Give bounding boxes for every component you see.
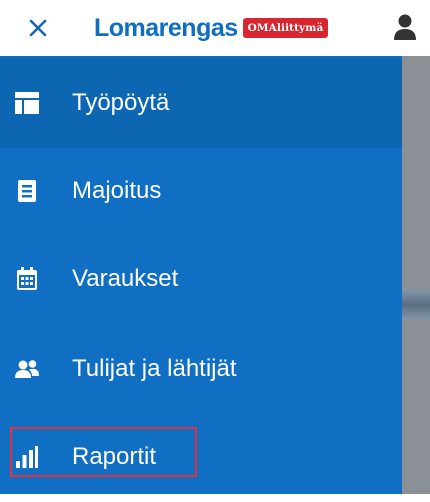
nav-item-dashboard[interactable]: Työpöytä bbox=[0, 58, 402, 148]
nav-item-accommodation[interactable]: Majoitus bbox=[0, 146, 402, 236]
users-icon bbox=[14, 356, 40, 382]
document-icon bbox=[14, 178, 40, 204]
backdrop-image-strip bbox=[402, 290, 430, 320]
logo-badge: OMAliittymä bbox=[242, 18, 329, 38]
calendar-icon bbox=[14, 266, 40, 292]
top-bar: Lomarengas OMAliittymä bbox=[0, 0, 430, 56]
user-icon[interactable] bbox=[392, 12, 418, 42]
highlight-box bbox=[10, 427, 197, 477]
logo[interactable]: Lomarengas OMAliittymä bbox=[94, 8, 329, 48]
nav-item-bookings[interactable]: Varaukset bbox=[0, 234, 402, 324]
nav-label-dashboard: Työpöytä bbox=[72, 89, 170, 116]
nav-label-bookings: Varaukset bbox=[72, 265, 179, 292]
nav-label-arrivals-departures: Tulijat ja lähtijät bbox=[72, 355, 237, 382]
nav-label-accommodation: Majoitus bbox=[72, 177, 162, 204]
logo-text: Lomarengas bbox=[94, 13, 238, 42]
drawer-backdrop[interactable] bbox=[402, 56, 430, 494]
nav-item-arrivals-departures[interactable]: Tulijat ja lähtijät bbox=[0, 324, 402, 414]
close-icon[interactable] bbox=[24, 14, 52, 42]
dashboard-icon bbox=[14, 90, 40, 116]
